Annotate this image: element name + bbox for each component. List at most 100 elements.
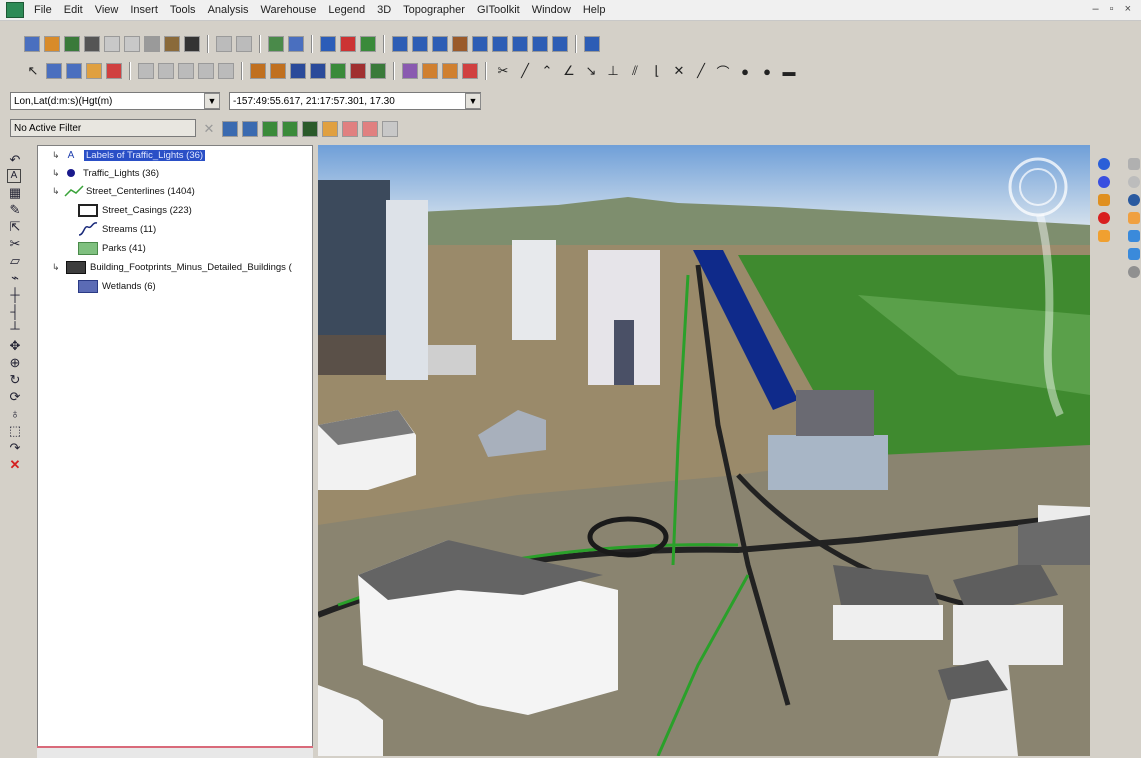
layer-row[interactable]: ↳ Street_Centerlines (1404) <box>38 182 195 200</box>
split-icon[interactable]: ┴ <box>7 321 23 336</box>
sun-icon[interactable] <box>1098 230 1110 242</box>
view-icon[interactable] <box>1128 176 1140 188</box>
menu-warehouse[interactable]: Warehouse <box>255 0 323 20</box>
scissor-tool-icon[interactable]: ✂ <box>494 62 512 80</box>
new-workspace-icon[interactable] <box>24 36 40 52</box>
coordinate-system-select[interactable]: Lon,Lat(d:m:s)(Hgt(m) <box>10 92 220 110</box>
zoom-extents-icon[interactable] <box>320 36 336 52</box>
filter-circle-icon[interactable] <box>362 121 378 137</box>
filter-select-icon[interactable] <box>222 121 238 137</box>
menu-tools[interactable]: Tools <box>164 0 202 20</box>
rotate-icon[interactable]: ↻ <box>7 372 23 387</box>
edit-feature-icon[interactable] <box>66 63 82 79</box>
merge-icon[interactable] <box>178 63 194 79</box>
chevron-down-icon[interactable]: ▼ <box>465 93 481 109</box>
menu-legend[interactable]: Legend <box>322 0 371 20</box>
select-box-icon[interactable] <box>86 63 102 79</box>
vertex-tool-icon[interactable]: ⌃ <box>538 62 556 80</box>
layers-icon[interactable] <box>64 36 80 52</box>
filter-area-icon[interactable] <box>302 121 318 137</box>
filter-box-icon[interactable] <box>322 121 338 137</box>
expand-icon[interactable]: ↳ <box>52 150 64 161</box>
create-symbol-icon[interactable] <box>350 63 366 79</box>
3d-map-view[interactable] <box>318 145 1090 756</box>
layer-row[interactable]: Parks (41) <box>38 239 146 257</box>
print-icon[interactable] <box>84 36 100 52</box>
layer-row[interactable]: Streams (11) <box>38 220 156 238</box>
undo-disabled-icon[interactable] <box>216 36 232 52</box>
filter-lasso-icon[interactable] <box>342 121 358 137</box>
menu-analysis[interactable]: Analysis <box>202 0 255 20</box>
layer-name[interactable]: Labels of Traffic_Lights (36) <box>84 149 206 161</box>
polygon-icon[interactable]: ▱ <box>7 253 23 268</box>
vertex-icon[interactable]: ┼ <box>7 287 23 302</box>
create-point-icon[interactable] <box>250 63 266 79</box>
snap-icon[interactable]: ⌁ <box>7 270 23 285</box>
zoom-in-icon[interactable] <box>412 36 428 52</box>
copy-icon[interactable] <box>124 36 140 52</box>
paste-icon[interactable] <box>144 36 160 52</box>
flood-icon[interactable] <box>1128 248 1140 260</box>
menu-3d[interactable]: 3D <box>371 0 397 20</box>
menu-file[interactable]: File <box>28 0 58 20</box>
cut-icon[interactable] <box>104 36 120 52</box>
filter-clear-icon[interactable]: ✕ <box>200 120 218 138</box>
filter-layer-icon[interactable] <box>262 121 278 137</box>
create-line-icon[interactable] <box>270 63 286 79</box>
grid-icon[interactable] <box>472 36 488 52</box>
copy-feature-icon[interactable] <box>158 63 174 79</box>
globe-icon[interactable] <box>1098 158 1110 170</box>
menu-gitoolkit[interactable]: GIToolkit <box>471 0 526 20</box>
undo-icon[interactable]: ↶ <box>7 152 23 167</box>
redo-disabled-icon[interactable] <box>236 36 252 52</box>
split-feature-icon[interactable] <box>218 63 234 79</box>
angle-tool-icon[interactable]: ∠ <box>560 62 578 80</box>
building-icon[interactable] <box>442 63 458 79</box>
layer-row[interactable]: ↳ Building_Footprints_Minus_Detailed_Bui… <box>38 258 292 276</box>
pdf-export-icon[interactable] <box>584 36 600 52</box>
center-icon[interactable]: ⊕ <box>7 355 23 370</box>
layer-row[interactable]: Street_Casings (223) <box>38 201 192 219</box>
zoom-layer-icon[interactable] <box>340 36 356 52</box>
layer-name[interactable]: Street_Casings (223) <box>102 205 192 216</box>
water-icon[interactable] <box>1128 230 1140 242</box>
search-icon[interactable] <box>268 36 284 52</box>
layer-row[interactable]: ↳ Traffic_Lights (36) <box>38 164 159 182</box>
menu-edit[interactable]: Edit <box>58 0 89 20</box>
expand-icon[interactable]: ↳ <box>52 186 64 197</box>
extend-tool-icon[interactable]: ↘ <box>582 62 600 80</box>
rectangle-tool-icon[interactable]: ▬ <box>780 62 798 80</box>
move-icon[interactable]: ✥ <box>7 338 23 353</box>
corner-tool-icon[interactable]: ⌊ <box>648 62 666 80</box>
table-icon[interactable]: ▦ <box>7 185 23 200</box>
route-icon[interactable] <box>402 63 418 79</box>
coordinates-input[interactable]: -157:49:55.617, 21:17:57.301, 17.30 <box>229 92 481 110</box>
zoom-selected-icon[interactable] <box>360 36 376 52</box>
open-file-icon[interactable] <box>44 36 60 52</box>
record-icon[interactable] <box>1098 212 1110 224</box>
parallel-tool-icon[interactable]: ⫽ <box>626 62 644 80</box>
layer-name[interactable]: Streams (11) <box>102 224 156 235</box>
active-filter-select[interactable]: No Active Filter <box>10 119 196 137</box>
line-tool-icon[interactable]: ╱ <box>516 62 534 80</box>
pointer-icon[interactable]: ⇱ <box>7 219 23 234</box>
layer-name[interactable]: Traffic_Lights (36) <box>83 168 159 179</box>
pan-icon[interactable]: ♁ <box>7 406 23 421</box>
menu-topographer[interactable]: Topographer <box>397 0 471 20</box>
menu-window[interactable]: Window <box>526 0 577 20</box>
camera-icon[interactable] <box>184 36 200 52</box>
panel-scrollbar[interactable] <box>37 746 313 758</box>
filter-query-icon[interactable] <box>282 121 298 137</box>
expand-icon[interactable]: ↳ <box>52 262 64 273</box>
menu-insert[interactable]: Insert <box>124 0 164 20</box>
arc-tool-icon[interactable]: ⌒ <box>714 62 732 80</box>
layer-row[interactable]: ↳ A Labels of Traffic_Lights (36) <box>38 146 206 164</box>
window-controls[interactable]: – ▫ × <box>1092 3 1135 15</box>
refresh-icon[interactable]: ⟳ <box>7 389 23 404</box>
create-3d-icon[interactable] <box>330 63 346 79</box>
select-arrow-icon[interactable]: ↖ <box>24 62 42 80</box>
feature-info-icon[interactable] <box>46 63 62 79</box>
circle-outline-icon[interactable]: ● <box>736 62 754 80</box>
select-icon[interactable]: ⬚ <box>7 423 23 438</box>
chevron-down-icon[interactable]: ▼ <box>204 93 220 109</box>
